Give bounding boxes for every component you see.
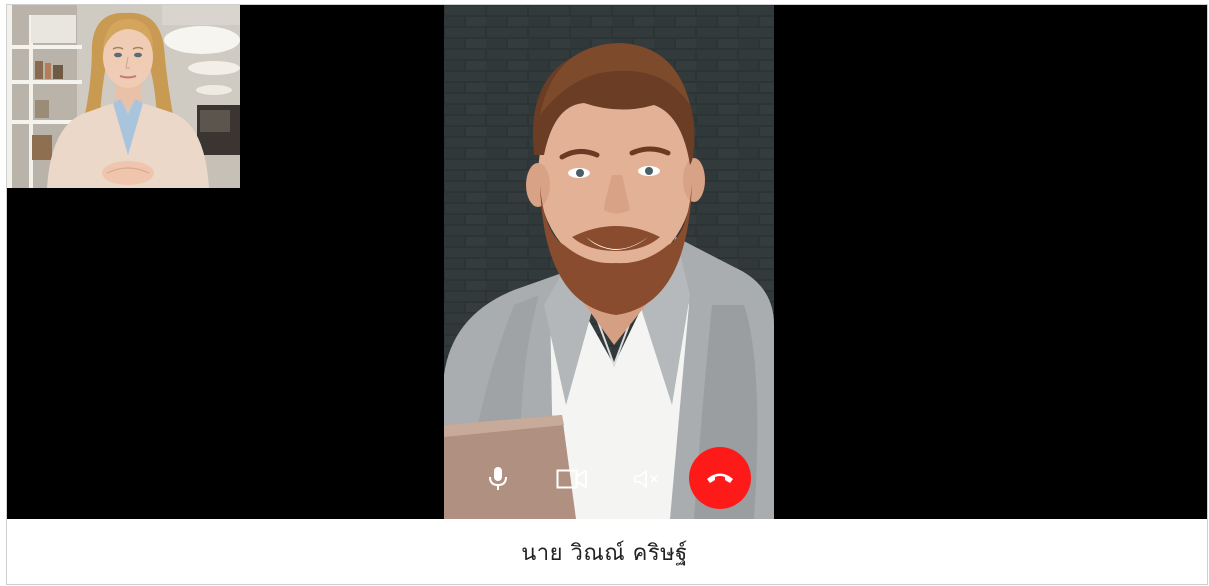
video-stage bbox=[7, 5, 1208, 519]
remote-participant-video bbox=[444, 5, 774, 519]
caller-name-label: นาย วิณณ์ คริษฐ์ bbox=[521, 540, 688, 566]
video-call-window: นาย วิณณ์ คริษฐ์ bbox=[0, 0, 1209, 586]
phone-hangup-icon bbox=[707, 473, 733, 483]
speaker-button[interactable] bbox=[629, 463, 665, 495]
video-camera-icon bbox=[556, 469, 587, 489]
end-call-button[interactable] bbox=[689, 447, 751, 509]
speaker-muted-icon bbox=[634, 470, 658, 488]
camera-button[interactable] bbox=[552, 463, 592, 495]
microphone-button[interactable] bbox=[482, 463, 514, 495]
call-controls-bar bbox=[444, 445, 774, 519]
self-view-video[interactable] bbox=[7, 5, 240, 188]
remote-participant-image bbox=[444, 5, 774, 519]
self-view-image bbox=[7, 5, 240, 188]
microphone-icon bbox=[489, 467, 507, 490]
